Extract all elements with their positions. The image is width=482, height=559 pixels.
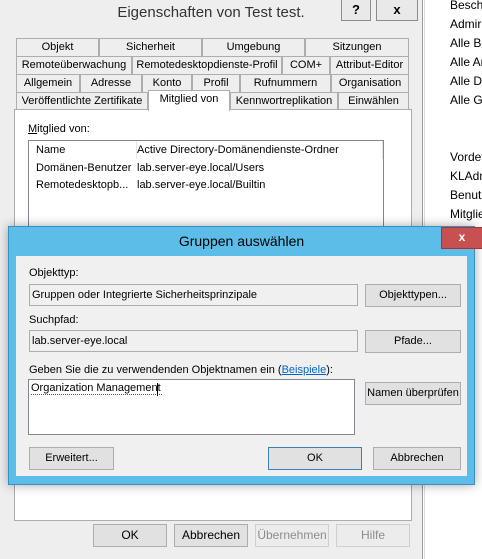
list-item[interactable]: Admir: [450, 17, 481, 31]
row-2-folder[interactable]: lab.server-eye.local/Builtin: [137, 179, 377, 191]
close-button[interactable]: x: [376, 0, 418, 21]
text-caret: [157, 383, 158, 396]
list-item[interactable]: Beschr: [450, 0, 482, 12]
list-item[interactable]: Alle An: [450, 55, 482, 69]
select-groups-dialog: Gruppen auswählen x Objekttyp: Gruppen o…: [8, 226, 482, 485]
tab-adresse[interactable]: Adresse: [80, 74, 142, 92]
close-icon[interactable]: x: [441, 227, 482, 249]
ok-button[interactable]: OK: [93, 524, 167, 547]
object-type-field: Gruppen oder Integrierte Sicherheitsprin…: [29, 284, 358, 306]
advanced-button[interactable]: Erweitert...: [29, 447, 114, 470]
enter-names-label: Geben Sie die zu verwendenden Objektname…: [29, 364, 333, 376]
list-item[interactable]: Mitglie: [450, 207, 482, 221]
check-names-button[interactable]: Namen überprüfen: [365, 382, 461, 405]
cancel-button-dialog[interactable]: Abbrechen: [373, 447, 461, 470]
column-header-folder[interactable]: Active Directory-Domänendienste-Ordner: [137, 141, 383, 159]
cancel-button[interactable]: Abbrechen: [174, 524, 248, 547]
object-names-input[interactable]: Organization Management: [28, 379, 355, 435]
tab-mitglied-von[interactable]: Mitglied von: [148, 90, 230, 111]
tab-sitzungen[interactable]: Sitzungen: [305, 38, 409, 56]
properties-titlebar: Eigenschaften von Test test. ? x: [0, 0, 422, 28]
column-header-name[interactable]: Name: [29, 141, 137, 159]
list-item[interactable]: Alle Ga: [450, 93, 482, 107]
locations-button[interactable]: Pfade...: [365, 330, 461, 353]
object-type-label: Objekttyp:: [29, 267, 79, 279]
list-item[interactable]: KLAdn: [450, 169, 482, 183]
row-1-name[interactable]: Domänen-Benutzer: [36, 162, 135, 174]
member-of-label: Mitglied von:: [28, 123, 90, 135]
dialog-body: Objekttyp: Gruppen oder Integrierte Sich…: [16, 256, 467, 476]
tab-kennwortreplikation[interactable]: Kennwortreplikation: [230, 92, 338, 110]
tab-umgebung[interactable]: Umgebung: [202, 38, 305, 56]
help-button-bottom[interactable]: Hilfe: [336, 524, 410, 547]
row-2-name[interactable]: Remotedesktopb...: [36, 179, 135, 191]
apply-button[interactable]: Übernehmen: [255, 524, 329, 547]
examples-link[interactable]: Beispiele: [282, 364, 327, 376]
tab-objekt[interactable]: Objekt: [16, 38, 99, 56]
tab-remoteueberwachung[interactable]: Remoteüberwachung: [16, 56, 132, 74]
list-item[interactable]: Vordef: [450, 150, 482, 164]
object-types-button[interactable]: Objekttypen...: [365, 284, 461, 307]
dialog-title: Gruppen auswählen: [178, 233, 305, 249]
list-item[interactable]: Alle De: [450, 74, 482, 88]
tab-remotedesktopdienste-profil[interactable]: Remotedesktopdienste-Profil: [132, 56, 282, 74]
tab-einwaehlen[interactable]: Einwählen: [338, 92, 409, 110]
tab-sicherheit[interactable]: Sicherheit: [99, 38, 202, 56]
tab-com-plus[interactable]: COM+: [282, 56, 330, 74]
tab-attribut-editor[interactable]: Attribut-Editor: [330, 56, 409, 74]
location-field: lab.server-eye.local: [29, 330, 358, 352]
tab-organisation[interactable]: Organisation: [331, 74, 409, 92]
ok-button-dialog[interactable]: OK: [268, 447, 362, 470]
tab-allgemein[interactable]: Allgemein: [16, 74, 80, 92]
tab-veroeffentlichte-zertifikate[interactable]: Veröffentlichte Zertifikate: [16, 92, 148, 110]
list-item[interactable]: Benutz: [450, 188, 482, 202]
help-button[interactable]: ?: [341, 0, 371, 21]
location-label: Suchpfad:: [29, 314, 79, 326]
tab-rufnummern[interactable]: Rufnummern: [240, 74, 331, 92]
list-item[interactable]: Alle Be: [450, 36, 482, 50]
object-names-text: Organization Management: [31, 382, 162, 395]
row-1-folder[interactable]: lab.server-eye.local/Users: [137, 162, 377, 174]
